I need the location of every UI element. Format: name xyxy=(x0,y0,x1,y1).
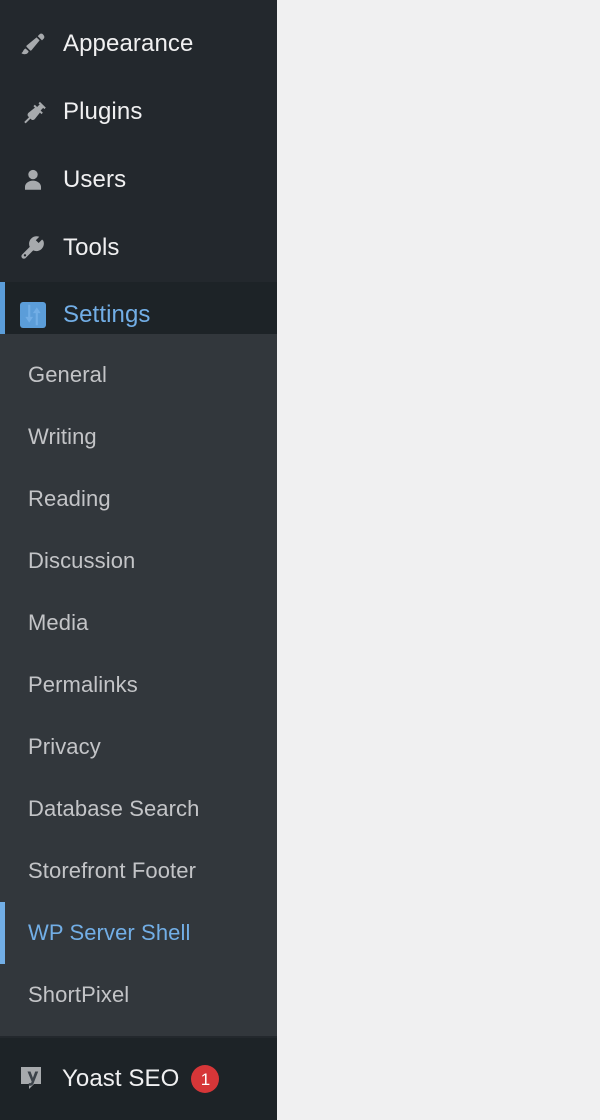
submenu-item-label: Privacy xyxy=(28,734,101,759)
sidebar-item-label: Appearance xyxy=(63,30,194,57)
submenu-item-permalinks[interactable]: Permalinks xyxy=(0,654,277,716)
submenu-item-media[interactable]: Media xyxy=(0,592,277,654)
sidebar-item-label: Tools xyxy=(63,234,120,261)
submenu-item-storefront-footer[interactable]: Storefront Footer xyxy=(0,840,277,902)
sidebar-item-plugins[interactable]: Plugins xyxy=(0,78,277,146)
wordpress-admin-screen: Appearance Plugins Users Tools Settings … xyxy=(0,0,600,1120)
sidebar-item-label: Yoast SEO xyxy=(62,1065,180,1092)
submenu-item-label: Writing xyxy=(28,424,97,449)
submenu-item-label: Discussion xyxy=(28,548,136,573)
submenu-item-discussion[interactable]: Discussion xyxy=(0,530,277,592)
settings-sliders-icon xyxy=(20,302,46,328)
submenu-item-label: WP Server Shell xyxy=(28,920,191,945)
paintbrush-partial-icon xyxy=(20,0,46,10)
sidebar-item-label: Settings xyxy=(63,301,151,328)
submenu-item-wp-server-shell[interactable]: WP Server Shell xyxy=(0,902,277,964)
yoast-logo-icon xyxy=(16,1062,50,1096)
submenu-item-database-search[interactable]: Database Search xyxy=(0,778,277,840)
sidebar-item-yoast-seo[interactable]: Yoast SEO 1 xyxy=(0,1038,277,1120)
settings-submenu: General Writing Reading Discussion Media… xyxy=(0,334,277,1036)
submenu-item-label: General xyxy=(28,362,107,387)
submenu-item-reading[interactable]: Reading xyxy=(0,468,277,530)
sidebar-item-label: Users xyxy=(63,166,127,193)
submenu-item-label: Storefront Footer xyxy=(28,858,196,883)
submenu-item-label: Database Search xyxy=(28,796,200,821)
admin-menu-footer: Yoast SEO 1 xyxy=(0,1038,277,1120)
submenu-item-general[interactable]: General xyxy=(0,344,277,406)
sidebar-item-appearance[interactable]: Appearance xyxy=(0,10,277,78)
sidebar-item-clipped-above[interactable] xyxy=(0,0,277,10)
submenu-item-shortpixel[interactable]: ShortPixel xyxy=(0,964,277,1026)
update-count-badge: 1 xyxy=(191,1065,220,1093)
user-icon xyxy=(20,167,46,193)
admin-sidebar: Appearance Plugins Users Tools Settings … xyxy=(0,0,277,1120)
submenu-item-privacy[interactable]: Privacy xyxy=(0,716,277,778)
paintbrush-icon xyxy=(20,31,46,57)
admin-menu-top-block: Appearance Plugins Users Tools Settings xyxy=(0,0,277,348)
submenu-item-label: Reading xyxy=(28,486,111,511)
submenu-item-label: ShortPixel xyxy=(28,982,130,1007)
submenu-item-label: Media xyxy=(28,610,89,635)
sidebar-item-users[interactable]: Users xyxy=(0,146,277,214)
sidebar-item-label: Plugins xyxy=(63,98,143,125)
active-indicator-bar xyxy=(0,902,5,964)
wrench-icon xyxy=(20,235,46,261)
submenu-item-writing[interactable]: Writing xyxy=(0,406,277,468)
sidebar-item-tools[interactable]: Tools xyxy=(0,214,277,282)
content-area xyxy=(277,0,600,1120)
plug-icon xyxy=(20,99,46,125)
submenu-item-label: Permalinks xyxy=(28,672,138,697)
